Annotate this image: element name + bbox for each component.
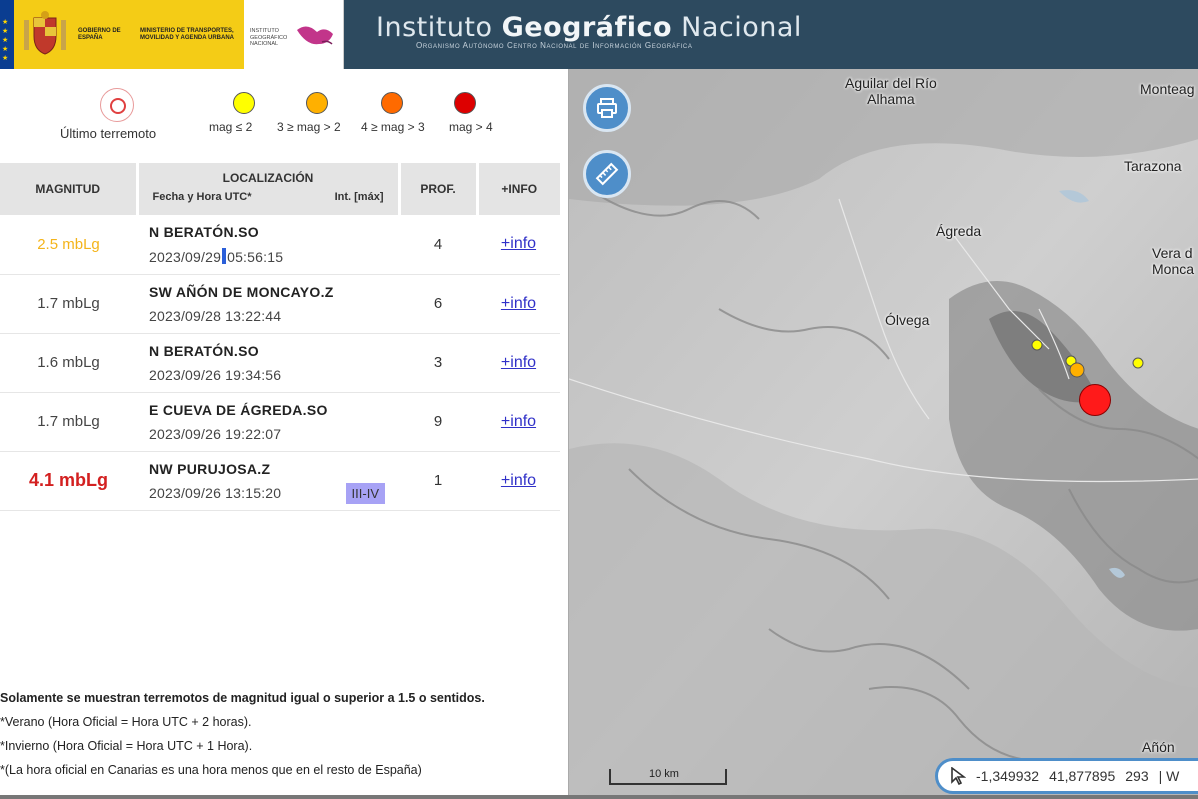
print-button[interactable] (583, 84, 631, 132)
coord-sep: | W (1158, 768, 1180, 784)
row-magnitude: 2.5 mbLg (0, 215, 137, 275)
table-row[interactable]: 1.7 mbLg E CUEVA DE ÁGREDA.SO 2023/09/26… (0, 392, 560, 452)
row-info-link[interactable]: +info (501, 235, 536, 252)
coord-lon: -1,349932 (976, 768, 1040, 784)
town-label: Ágreda (936, 223, 982, 239)
town-label: Tarazona (1124, 158, 1182, 174)
coord-alt: 293 (1125, 768, 1149, 784)
row-depth: 3 (399, 333, 477, 393)
legend-mag-gt-4: mag > 4 (449, 120, 493, 134)
map-view[interactable]: Aguilar del Río Alhama Monteag Tarazona Á… (568, 69, 1198, 799)
col-datetime: Fecha y Hora UTC* (152, 191, 252, 203)
mag-2-3-icon (306, 92, 328, 114)
mag-le-2-icon (233, 92, 255, 114)
town-label: Ólvega (885, 312, 930, 328)
row-magnitude: 1.7 mbLg (0, 274, 137, 334)
footnotes: Solamente se muestran terremotos de magn… (0, 686, 568, 782)
text-cursor (222, 247, 227, 264)
legend-mag-2-3: 3 ≥ mag > 2 (277, 120, 341, 134)
government-logos: ★ ★ ★ ★ ★ GOBIERNO DE ESPAÑA MINISTERIO DE T… (0, 0, 344, 69)
table-row[interactable]: 1.6 mbLg N BERATÓN.SO 2023/09/26 19:34:5… (0, 333, 560, 393)
last-earthquake-icon (100, 88, 134, 122)
latest-earthquake-marker[interactable] (1079, 384, 1111, 416)
row-depth: 1 (399, 451, 477, 511)
site-header: ★ ★ ★ ★ ★ GOBIERNO DE ESPAÑA MINISTERIO DE T… (0, 0, 1198, 69)
row-place: N BERATÓN.SO (149, 342, 259, 359)
mag-gt-4-icon (454, 92, 476, 114)
ruler-icon (595, 162, 619, 186)
row-depth: 6 (399, 274, 477, 334)
row-datetime: 2023/09/26 19:34:56 (149, 366, 282, 383)
row-magnitude: 4.1 mbLg (0, 451, 137, 511)
coord-lat: 41,877895 (1049, 768, 1116, 784)
last-earthquake-label: Último terremoto (60, 126, 157, 141)
col-magnitude: MAGNITUD (0, 163, 139, 215)
row-datetime: 2023/09/29 05:56:15 (149, 247, 284, 265)
row-place: N BERATÓN.SO (149, 223, 259, 240)
row-info-link[interactable]: +info (501, 354, 536, 371)
row-info-link[interactable]: +info (501, 295, 536, 312)
coordinates-readout: -1,349932 41,877895 293 | W (935, 758, 1198, 794)
table-row[interactable]: 1.7 mbLg SW AÑÓN DE MONCAYO.Z 2023/09/28… (0, 274, 560, 334)
row-datetime: 2023/09/26 19:22:07 (149, 425, 282, 442)
eu-flag-icon: ★ ★ ★ ★ ★ (0, 0, 14, 69)
earthquake-marker[interactable] (1069, 362, 1085, 378)
ministry-text: MINISTERIO DE TRANSPORTES, MOVILIDAD Y A… (140, 28, 235, 41)
ign-subtitle: Organismo Autónomo Centro Nacional de In… (416, 41, 693, 50)
row-place: SW AÑÓN DE MONCAYO.Z (149, 283, 334, 300)
row-info-link[interactable]: +info (501, 413, 536, 430)
bottom-border (0, 795, 1198, 799)
col-location: LOCALIZACIÓN Fecha y Hora UTC* Int. [máx] (137, 163, 401, 215)
terrain-hillshade (569, 69, 1198, 799)
scale-label: 10 km (649, 768, 679, 780)
row-info-link[interactable]: +info (501, 472, 536, 489)
col-depth: PROF. (399, 163, 479, 215)
col-intensity: Int. [máx] (334, 191, 384, 203)
row-place: E CUEVA DE ÁGREDA.SO (149, 401, 328, 418)
row-depth: 9 (399, 392, 477, 452)
intensity-badge: III-IV (345, 482, 385, 504)
earthquake-table: MAGNITUD LOCALIZACIÓN Fecha y Hora UTC* I… (0, 163, 560, 511)
row-place: NW PURUJOSA.Z (149, 460, 271, 477)
coat-of-arms-icon (24, 11, 66, 55)
row-depth: 4 (399, 215, 477, 275)
earthquake-marker[interactable] (1132, 357, 1144, 369)
table-row[interactable]: 2.5 mbLg N BERATÓN.SO 2023/09/29 05:56:15… (0, 215, 560, 275)
note-min-magnitude: Solamente se muestran terremotos de magn… (0, 691, 485, 705)
note-winter: *Invierno (Hora Oficial = Hora UTC + 1 H… (0, 739, 253, 753)
printer-icon (597, 98, 617, 118)
note-canarias: *(La hora oficial en Canarias es una hor… (0, 763, 422, 777)
row-magnitude: 1.7 mbLg (0, 392, 137, 452)
ign-logo-icon (297, 26, 333, 45)
town-label: Monteag (1140, 81, 1195, 97)
table-row[interactable]: 4.1 mbLg NW PURUJOSA.Z 2023/09/26 13:15:… (0, 451, 560, 511)
gobierno-text: GOBIERNO DE ESPAÑA (78, 28, 121, 41)
row-datetime: 2023/09/28 13:22:44 (149, 307, 282, 324)
legend-mag-3-4: 4 ≥ mag > 3 (361, 120, 425, 134)
legend-mag-le-2: mag ≤ 2 (209, 120, 253, 134)
ign-small-text: INSTITUTO GEOGRÁFICO NACIONAL (250, 28, 288, 47)
col-info: +INFO (477, 163, 560, 215)
note-summer: *Verano (Hora Oficial = Hora UTC + 2 hor… (0, 715, 252, 729)
town-label: Vera d Monca (1152, 245, 1195, 277)
row-magnitude: 1.6 mbLg (0, 333, 137, 393)
measure-button[interactable] (583, 150, 631, 198)
ign-title: Instituto Geográfico Nacional (376, 12, 802, 43)
mag-3-4-icon (381, 92, 403, 114)
town-label: Añón (1142, 739, 1175, 755)
cursor-arrow-icon (951, 767, 966, 785)
earthquake-marker[interactable] (1031, 339, 1043, 351)
town-label: Aguilar del Río Alhama (845, 75, 937, 107)
